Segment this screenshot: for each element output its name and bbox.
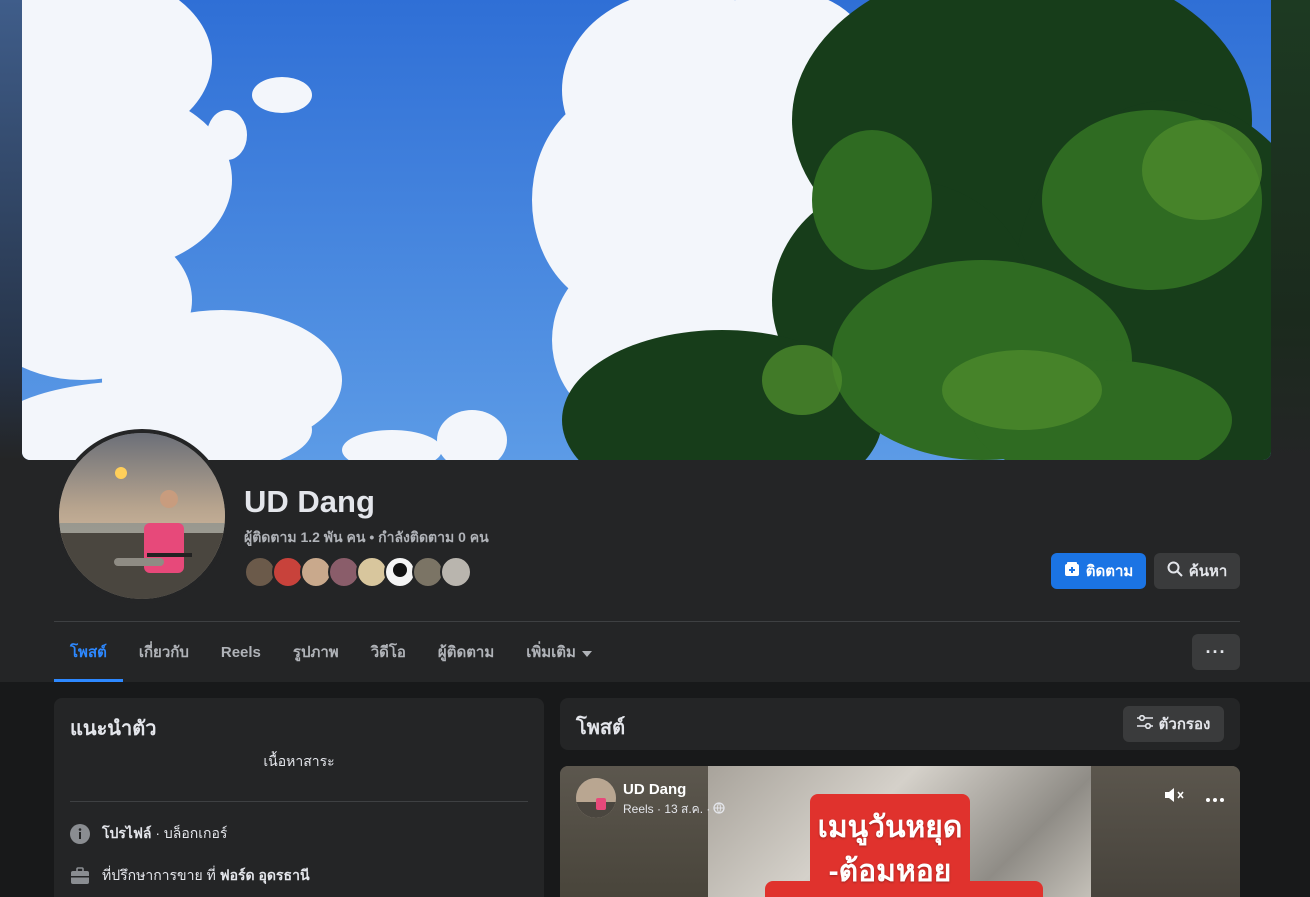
tab-reels[interactable]: Reels [205, 622, 277, 682]
tab-label: เพิ่มเติม [526, 644, 576, 661]
work-company[interactable]: ฟอร์ด อุดรธานี [220, 867, 310, 883]
tab-posts[interactable]: โพสต์ [54, 622, 123, 682]
globe-icon [713, 802, 726, 817]
tab-label: โพสต์ [70, 644, 107, 661]
search-icon [1167, 561, 1183, 581]
intro-divider [70, 801, 528, 802]
follow-button-label: ติดตาม [1085, 563, 1134, 580]
tab-label: ผู้ติดตาม [437, 644, 495, 661]
reel-caption-line2: -ต้อมหอย [828, 855, 952, 888]
filter-button-label: ตัวกรอง [1158, 716, 1211, 733]
posts-header-card: โพสต์ ตัวกรอง [560, 698, 1240, 750]
intro-card: แนะนำตัว เนื้อหาสาระ โปรไฟล์ · บล็อกเกอร… [54, 698, 544, 897]
profile-tabs: โพสต์ เกี่ยวกับ Reels รูปภาพ วิดีโอ ผู้ต… [54, 622, 608, 682]
post-menu-icon[interactable] [1206, 789, 1224, 807]
tab-label: รูปภาพ [292, 644, 339, 661]
tab-label: Reels [220, 643, 261, 661]
add-follow-icon [1064, 561, 1080, 581]
tab-followers[interactable]: ผู้ติดตาม [422, 622, 510, 682]
filter-sliders-icon [1136, 714, 1153, 733]
ellipsis-icon: ··· [1205, 641, 1227, 662]
intro-row-work: ที่ปรึกษาการขาย ที่ ฟอร์ด อุดรธานี [70, 865, 310, 887]
tab-photos[interactable]: รูปภาพ [277, 622, 355, 682]
post-author-avatar[interactable] [576, 778, 616, 818]
post-card[interactable]: เมนูวันหยุด -ต้อมหอย UD Dang Reels · 13 … [560, 766, 1240, 897]
profile-type-value: · บล็อกเกอร์ [151, 825, 228, 841]
profile-type-label: โปรไฟล์ [102, 825, 152, 841]
tab-label: เกี่ยวกับ [138, 644, 189, 661]
intro-title: แนะนำตัว [70, 718, 157, 740]
post-meta-text[interactable]: Reels · 13 ส.ค. · [623, 800, 710, 819]
reel-caption-line1: เมนูวันหยุด [817, 811, 963, 844]
more-options-button[interactable]: ··· [1192, 634, 1240, 670]
tab-about[interactable]: เกี่ยวกับ [123, 622, 205, 682]
mute-icon[interactable] [1164, 786, 1186, 809]
search-button-label: ค้นหา [1188, 563, 1228, 580]
follower-avatar[interactable] [440, 556, 472, 588]
profile-name: UD Dang [244, 484, 375, 519]
tab-label: วิดีโอ [370, 644, 406, 661]
profile-follow-stats[interactable]: ผู้ติดตาม 1.2 พัน คน • กำลังติดตาม 0 คน [244, 527, 489, 549]
post-controls [1164, 786, 1224, 809]
cover-edge-right [1271, 0, 1310, 460]
cover-edge-left [0, 0, 22, 460]
post-author-name[interactable]: UD Dang [623, 781, 686, 798]
work-text: ที่ปรึกษาการขาย ที่ [102, 867, 220, 883]
tab-videos[interactable]: วิดีโอ [355, 622, 422, 682]
tab-more[interactable]: เพิ่มเติม [510, 622, 608, 682]
post-meta: Reels · 13 ส.ค. · [623, 800, 726, 819]
briefcase-icon [70, 866, 90, 886]
profile-avatar[interactable] [55, 429, 229, 603]
caret-down-icon [581, 644, 592, 661]
search-button[interactable]: ค้นหา [1154, 553, 1240, 589]
info-icon [70, 824, 90, 844]
posts-title: โพสต์ [576, 717, 626, 739]
intro-bio: เนื้อหาสาระ [263, 753, 335, 769]
filter-button[interactable]: ตัวกรอง [1123, 706, 1224, 742]
intro-row-profile: โปรไฟล์ · บล็อกเกอร์ [70, 823, 227, 845]
follow-button[interactable]: ติดตาม [1051, 553, 1146, 589]
cover-photo[interactable] [22, 0, 1271, 460]
